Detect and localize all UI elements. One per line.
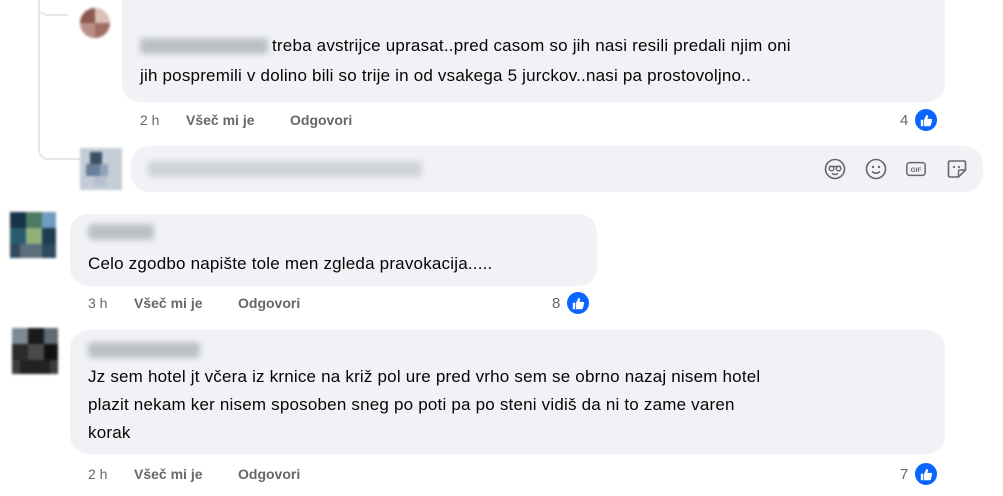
comment-text-line: korak — [88, 423, 131, 442]
svg-text:GIF: GIF — [911, 167, 922, 174]
sticker-icon[interactable] — [946, 158, 968, 180]
reaction-count[interactable]: 8 — [552, 295, 560, 312]
reply-button[interactable]: Odgovori — [238, 466, 300, 482]
avatar[interactable] — [10, 212, 56, 258]
author-name-redacted[interactable] — [140, 38, 268, 54]
comment-text-line: plazit nekam ker nisem sposoben sneg po … — [88, 395, 735, 414]
reply-input-placeholder-redacted — [148, 161, 422, 177]
avatar-sticker-icon[interactable] — [824, 158, 846, 180]
author-name-redacted[interactable] — [88, 224, 154, 240]
like-button[interactable]: Všeč mi je — [134, 466, 203, 482]
comment-text-line: Celo zgodbo napište tole men zgleda prav… — [88, 254, 493, 273]
comment-time[interactable]: 3 h — [88, 295, 107, 311]
current-user-avatar — [80, 148, 122, 190]
avatar[interactable] — [12, 328, 58, 374]
reply-button[interactable]: Odgovori — [238, 295, 300, 311]
reaction-count[interactable]: 4 — [900, 112, 908, 129]
thumbs-up-icon[interactable] — [565, 290, 591, 316]
gif-icon[interactable]: GIF — [905, 158, 927, 180]
comment-time[interactable]: 2 h — [140, 112, 159, 128]
emoji-icon[interactable] — [865, 158, 887, 180]
comment-time[interactable]: 2 h — [88, 466, 107, 482]
like-button[interactable]: Všeč mi je — [134, 295, 203, 311]
reply-button[interactable]: Odgovori — [290, 112, 352, 128]
comment-bubble — [70, 330, 945, 454]
comment-text-line: Jz sem hotel jt včera iz krnice na križ … — [88, 367, 761, 386]
thread-connector — [38, 8, 80, 160]
comment-text-line: treba avstrijce uprasat..pred casom so j… — [272, 36, 791, 55]
reaction-count[interactable]: 7 — [900, 466, 908, 483]
author-name-redacted[interactable] — [88, 342, 200, 358]
thumbs-up-icon[interactable] — [913, 107, 939, 133]
thumbs-up-icon[interactable] — [913, 461, 939, 487]
comment-text-line: jih pospremili v dolino bili so trije in… — [140, 66, 752, 85]
like-button[interactable]: Všeč mi je — [186, 112, 255, 128]
avatar[interactable] — [80, 8, 110, 38]
